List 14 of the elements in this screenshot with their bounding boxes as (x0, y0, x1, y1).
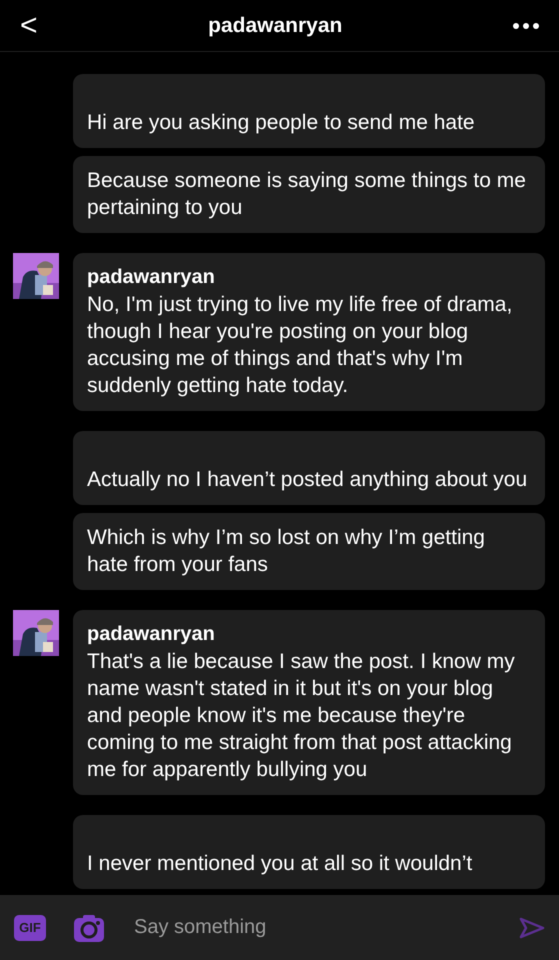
message-text: Actually no I haven’t posted anything about you (87, 467, 528, 493)
send-icon[interactable] (519, 916, 545, 938)
message-text: I never mentioned you at all so it wouldn’t (87, 851, 474, 877)
message-text: That's a lie because I saw the post. I know my name wasn't stated in it but it's on your blog and people know it's me because they're coming to me straight from that post attacking me for apparently bullying you (87, 649, 516, 783)
message-text: Because someone is saying some things to me pertaining to you (87, 168, 527, 221)
message-input[interactable]: Say something (132, 915, 491, 940)
message-text: Which is why I’m so lost on why I’m getting hate from your fans (87, 525, 486, 578)
message-text: Hi are you asking people to send me hate (87, 110, 476, 136)
message-text: No, I'm just trying to live my life free of drama, though I hear you're posting on your blog accusing me of things and that's why I'm suddenly getting hate today. (87, 292, 514, 399)
window-title: padawanryan (208, 14, 342, 38)
back-button[interactable]: < (14, 10, 44, 40)
camera-icon[interactable] (74, 914, 104, 942)
sender-name: padawanryan (87, 265, 216, 290)
sender-name: padawanryan (87, 622, 216, 647)
